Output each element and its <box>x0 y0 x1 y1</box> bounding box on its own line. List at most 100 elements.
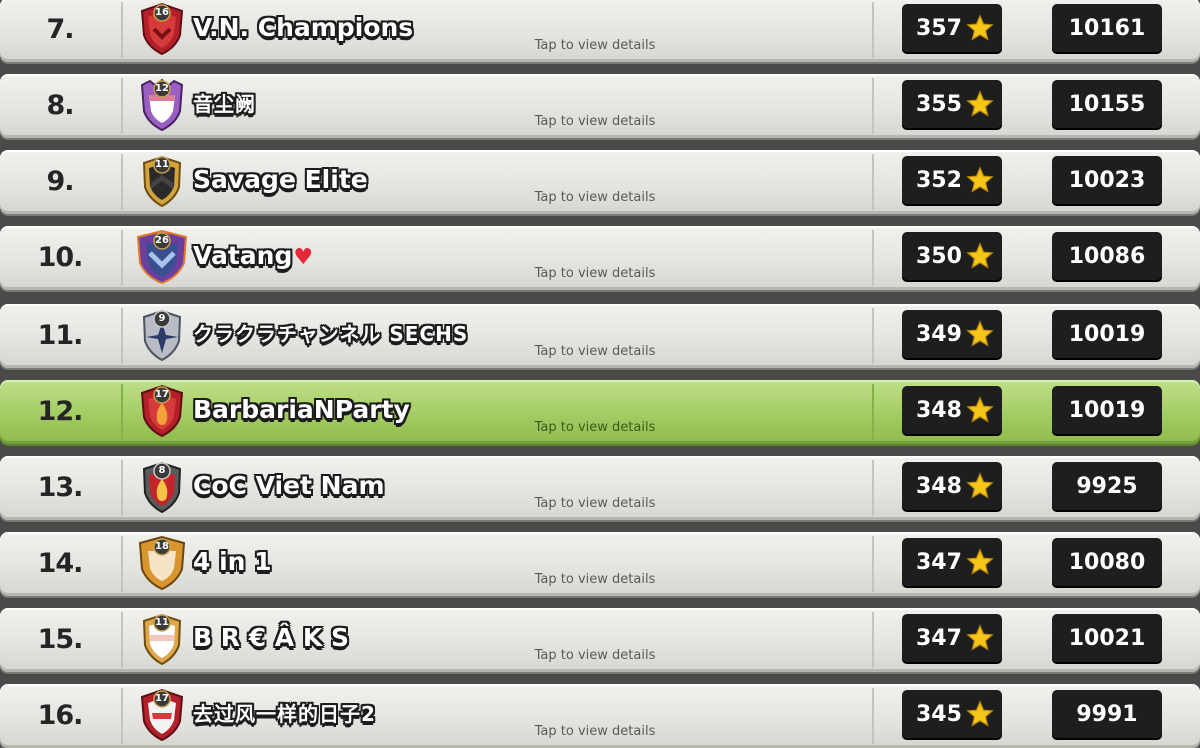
star-icon <box>966 548 994 575</box>
trophies-box: 10155 <box>1052 80 1162 130</box>
war-stars-value: 347 <box>916 626 962 651</box>
trophies-value: 10021 <box>1068 626 1146 651</box>
divider <box>121 154 123 210</box>
tap-hint: Tap to view details <box>534 420 656 435</box>
trophies-box: 9925 <box>1052 462 1162 512</box>
clan-name: BarbariaNParty <box>193 395 410 424</box>
leaderboard-row-11[interactable]: 11. 9 クラクラチャンネル SECHS Tap to view detail… <box>0 304 1200 368</box>
star-icon <box>966 166 994 193</box>
clan-level: 9 <box>158 313 166 324</box>
clan-level: 17 <box>155 693 169 704</box>
divider <box>121 460 123 516</box>
rank-number: 9. <box>46 166 74 197</box>
war-stars-value: 345 <box>916 702 962 727</box>
divider <box>121 688 123 744</box>
star-icon <box>966 90 994 117</box>
leaderboard-row-10[interactable]: 10. 26 Vatang♥ Tap to view details 350 1… <box>0 226 1200 290</box>
tap-hint: Tap to view details <box>534 344 656 359</box>
trophies-value: 9991 <box>1076 702 1138 727</box>
leaderboard-row-8[interactable]: 8. 12 音尘阙 Tap to view details 355 10155 <box>0 74 1200 138</box>
leaderboard-row-15[interactable]: 15. 11 B R € Â K S Tap to view details 3… <box>0 608 1200 672</box>
rank-number: 12. <box>37 396 84 427</box>
leaderboard-row-16[interactable]: 16. 17 去过风一样的日子2 Tap to view details 345… <box>0 684 1200 748</box>
trophies-value: 10086 <box>1068 244 1146 269</box>
trophies-value: 10019 <box>1068 398 1146 423</box>
war-stars-box: 357 <box>902 4 1002 54</box>
clan-badge-icon: 17 <box>134 383 190 439</box>
trophies-value: 10019 <box>1068 322 1146 347</box>
war-stars-value: 347 <box>916 550 962 575</box>
war-stars-box: 350 <box>902 232 1002 282</box>
rank-number: 10. <box>37 242 84 273</box>
star-icon <box>966 396 994 423</box>
divider <box>872 460 874 516</box>
tap-hint: Tap to view details <box>534 190 656 205</box>
clan-name: クラクラチャンネル SECHS <box>193 322 469 346</box>
clan-badge-icon: 8 <box>134 459 190 515</box>
clan-name: CoC Viet Nam <box>193 471 385 500</box>
war-stars-value: 352 <box>916 168 962 193</box>
trophies-box: 10161 <box>1052 4 1162 54</box>
clan-name: 4 in 1 <box>193 547 272 576</box>
leaderboard-row-14[interactable]: 14. 18 4 in 1 Tap to view details 347 10… <box>0 532 1200 596</box>
tap-hint: Tap to view details <box>534 266 656 281</box>
rank-number: 8. <box>46 90 74 121</box>
star-icon <box>966 242 994 269</box>
trophies-value: 10023 <box>1068 168 1146 193</box>
tap-hint: Tap to view details <box>534 724 656 739</box>
clan-level: 17 <box>155 389 169 400</box>
leaderboard-row-12-highlighted[interactable]: 12. 17 BarbariaNParty Tap to view detail… <box>0 380 1200 444</box>
rank-number: 13. <box>37 472 84 503</box>
clan-level: 11 <box>155 159 169 170</box>
leaderboard-row-7[interactable]: 7. 16 V.N. Champions Tap to view details… <box>0 0 1200 62</box>
divider <box>121 384 123 440</box>
clan-name-wrapper: Vatang♥ <box>193 238 313 274</box>
clan-badge-icon: 9 <box>134 307 190 363</box>
war-stars-value: 348 <box>916 398 962 423</box>
clan-name: 音尘阙 <box>193 92 256 116</box>
star-icon <box>966 14 994 41</box>
clan-badge-icon: 12 <box>134 77 190 133</box>
divider <box>872 230 874 286</box>
divider <box>872 308 874 364</box>
rank-number: 11. <box>37 320 84 351</box>
trophies-box: 9991 <box>1052 690 1162 740</box>
trophies-value: 10161 <box>1068 16 1146 41</box>
war-stars-value: 349 <box>916 322 962 347</box>
leaderboard-row-9[interactable]: 9. 11 Savage Elite Tap to view details 3… <box>0 150 1200 214</box>
divider <box>872 154 874 210</box>
divider <box>121 230 123 286</box>
war-stars-box: 355 <box>902 80 1002 130</box>
war-stars-box: 352 <box>902 156 1002 206</box>
tap-hint: Tap to view details <box>534 114 656 129</box>
war-stars-value: 350 <box>916 244 962 269</box>
heart-icon: ♥ <box>293 245 314 270</box>
trophies-box: 10021 <box>1052 614 1162 664</box>
star-icon <box>966 624 994 651</box>
tap-hint: Tap to view details <box>534 496 656 511</box>
divider <box>872 688 874 744</box>
clan-badge-icon: 11 <box>134 153 190 209</box>
war-stars-value: 348 <box>916 474 962 499</box>
clan-level: 11 <box>155 617 169 628</box>
clan-badge-icon: 17 <box>134 687 190 743</box>
clan-name: V.N. Champions <box>193 13 414 42</box>
clan-leaderboard: 7. 16 V.N. Champions Tap to view details… <box>0 0 1200 748</box>
rank-number: 15. <box>37 624 84 655</box>
war-stars-box: 349 <box>902 310 1002 360</box>
leaderboard-row-13[interactable]: 13. 8 CoC Viet Nam Tap to view details 3… <box>0 456 1200 520</box>
trophies-box: 10019 <box>1052 386 1162 436</box>
war-stars-box: 347 <box>902 614 1002 664</box>
clan-name: Savage Elite <box>193 165 368 194</box>
trophies-box: 10080 <box>1052 538 1162 588</box>
divider <box>872 612 874 668</box>
trophies-value: 9925 <box>1076 474 1138 499</box>
star-icon <box>966 472 994 499</box>
clan-badge-icon: 18 <box>134 535 190 591</box>
tap-hint: Tap to view details <box>534 572 656 587</box>
divider <box>872 78 874 134</box>
tap-hint: Tap to view details <box>534 648 656 663</box>
rank-number: 16. <box>37 700 84 731</box>
war-stars-box: 348 <box>902 386 1002 436</box>
tap-hint: Tap to view details <box>534 38 656 53</box>
